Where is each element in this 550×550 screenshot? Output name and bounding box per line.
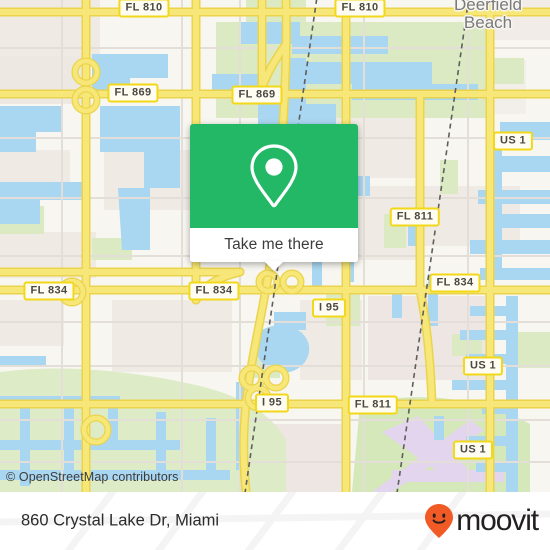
moovit-smiley-pin-icon [425, 504, 454, 538]
take-me-there-button[interactable]: Take me there [224, 236, 324, 254]
road-shield: FL 869 [231, 85, 283, 105]
road-shield: US 1 [462, 356, 504, 376]
road-shield: FL 810 [118, 0, 170, 18]
road-shield: US 1 [452, 440, 494, 460]
osm-attribution: © OpenStreetMap contributors [6, 470, 179, 484]
road-shield: I 95 [312, 298, 346, 318]
moovit-logo: moovit [424, 503, 539, 539]
popup-action-row[interactable]: Take me there [190, 228, 358, 262]
map-canvas[interactable]: FL 810 FL 810 FL 869 FL 869 US 1 FL 811 FL 834… [0, 0, 550, 492]
popup-pointer-tail [264, 261, 284, 271]
brand-name-text: moovit [456, 504, 539, 537]
destination-popup-card[interactable]: Take me there [190, 124, 358, 271]
road-shield: US 1 [492, 131, 534, 151]
popup-icon-panel [190, 124, 358, 228]
road-shield: FL 811 [347, 395, 399, 415]
road-shield: I 95 [255, 393, 289, 413]
road-shield: FL 869 [107, 83, 159, 103]
road-shield: FL 834 [429, 273, 481, 293]
road-shield: FL 811 [389, 207, 441, 227]
road-shield: FL 810 [334, 0, 386, 18]
moovit-map-screenshot: FL 810 FL 810 FL 869 FL 869 US 1 FL 811 FL 834… [0, 0, 550, 550]
address-label: 860 Crystal Lake Dr, Miami [21, 511, 220, 530]
footer-bar: 860 Crystal Lake Dr, Miami moovit [0, 492, 550, 550]
city-label: Deerfield Beach [453, 0, 523, 32]
road-shield: FL 834 [23, 281, 75, 301]
road-shield: FL 834 [188, 281, 240, 301]
map-pin-icon [250, 144, 298, 208]
